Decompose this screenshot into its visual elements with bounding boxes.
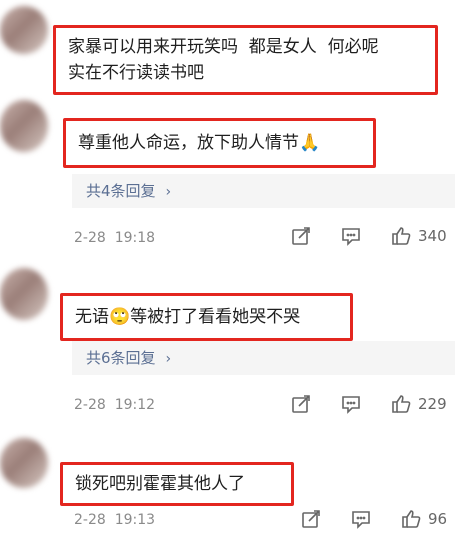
comment-actions: 96	[300, 508, 447, 530]
comment-icon[interactable]	[350, 508, 372, 530]
chevron-right-icon: ›	[165, 184, 172, 200]
comment-date: 2-28	[74, 230, 106, 246]
comment-time: 19:12	[114, 397, 156, 413]
eye-roll-emoji: 🙄	[109, 307, 131, 327]
comment-timestamp: 2-28 19:13	[74, 510, 155, 530]
avatar[interactable]	[0, 6, 48, 54]
comment-text: 锁死吧别霍霍其他人了	[75, 474, 245, 494]
comment-date: 2-28	[74, 512, 106, 528]
comment-4: 锁死吧别霍霍其他人了	[60, 462, 294, 506]
replies-label: 共6条回复	[86, 349, 156, 367]
share-icon[interactable]	[300, 508, 322, 530]
comment-text: 尊重他人命运，放下助人情节	[78, 133, 299, 153]
comment-date: 2-28	[74, 397, 106, 413]
comment-actions: 229	[290, 393, 447, 415]
avatar[interactable]	[0, 438, 48, 488]
replies-label: 共4条回复	[86, 182, 156, 200]
thumbs-up-icon[interactable]	[400, 508, 422, 530]
like-count: 96	[428, 510, 448, 528]
comment-time: 19:13	[114, 512, 156, 528]
share-icon[interactable]	[290, 225, 312, 247]
like-count: 229	[418, 395, 447, 413]
avatar[interactable]	[0, 268, 48, 320]
thumbs-up-icon[interactable]	[390, 225, 412, 247]
comment-1: 家暴可以用来开玩笑吗 都是女人 何必呢 实在不行读读书吧	[53, 25, 438, 95]
like-count: 340	[418, 227, 447, 245]
comment-icon[interactable]	[340, 393, 362, 415]
comment-icon[interactable]	[340, 225, 362, 247]
view-replies-link[interactable]: 共4条回复 ›	[72, 174, 455, 208]
thumbs-up-icon[interactable]	[390, 393, 412, 415]
comment-3: 无语🙄等被打了看看她哭不哭	[60, 293, 353, 341]
comment-2: 尊重他人命运，放下助人情节🙏	[63, 118, 376, 168]
comment-timestamp: 2-28 19:18	[74, 228, 155, 248]
share-icon[interactable]	[290, 393, 312, 415]
comment-text: 无语	[75, 307, 109, 327]
view-replies-link[interactable]: 共6条回复 ›	[72, 341, 455, 375]
pray-emoji: 🙏	[299, 133, 321, 153]
comment-time: 19:18	[114, 230, 156, 246]
chevron-right-icon: ›	[165, 351, 172, 367]
comment-text: 等被打了看看她哭不哭	[130, 307, 301, 327]
comment-timestamp: 2-28 19:12	[74, 395, 155, 415]
avatar[interactable]	[0, 100, 48, 152]
comment-text: 家暴可以用来开玩笑吗 都是女人 何必呢 实在不行读读书吧	[68, 37, 379, 83]
comment-actions: 340	[290, 225, 447, 247]
